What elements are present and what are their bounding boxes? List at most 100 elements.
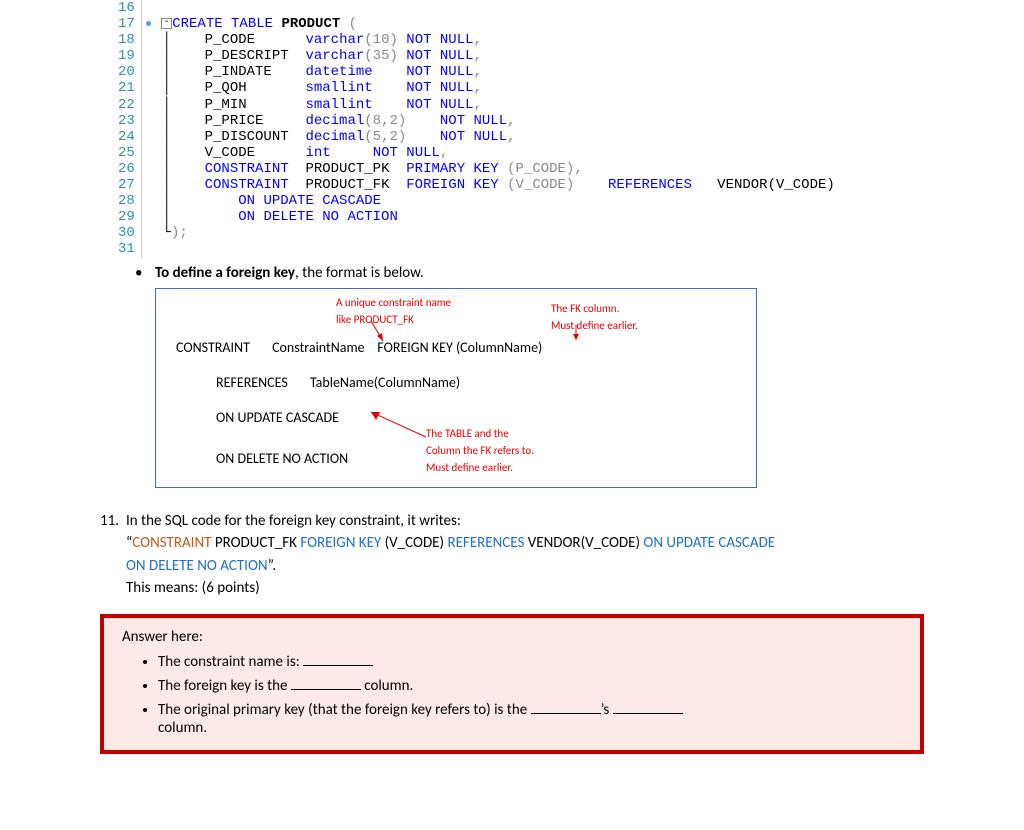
code-punct: ); — [171, 225, 188, 241]
code-args: (V_CODE) — [507, 177, 574, 193]
question-11: 11.In the SQL code for the foreign key c… — [100, 510, 974, 600]
code-keyword: PRIMARY KEY — [406, 161, 498, 177]
code-type: decimal — [305, 113, 364, 129]
code-identifier: P_QOH — [205, 80, 247, 96]
line-number: 24 — [118, 129, 135, 145]
answer-text: The original primary key (that the forei… — [158, 701, 531, 719]
code-identifier: P_INDATE — [205, 64, 272, 80]
answer-box: Answer here: The constraint name is: The… — [100, 614, 924, 754]
code-type: int — [305, 145, 330, 161]
blank-input[interactable] — [303, 650, 373, 666]
code-keyword: FOREIGN KEY — [406, 177, 498, 193]
answer-text: The foreign key is the — [158, 677, 291, 695]
code-identifier: PRODUCT — [281, 16, 340, 32]
fk-syntax-fk: FOREIGN KEY (ColumnName) — [377, 339, 542, 356]
sql-code-block: 16 17 18 19 20 21 22 23 24 25 26 27 28 2… — [110, 0, 1024, 258]
code-type: smallint — [305, 97, 372, 113]
sql-onupdate: ON UPDATE CASCADE — [643, 534, 775, 552]
code-args: (P_CODE) — [507, 161, 574, 177]
fk-syntax-tablename: TableName(ColumnName) — [310, 374, 460, 391]
line-number: 17 — [118, 16, 135, 32]
arrow-icon — [361, 321, 391, 346]
fk-syntax-box: A unique constraint name like PRODUCT_FK… — [155, 288, 757, 488]
sql-ondelete: ON DELETE NO ACTION — [126, 557, 268, 575]
answer-bullet-2: The foreign key is the column. — [158, 674, 902, 695]
code-identifier: PRODUCT_FK — [305, 177, 389, 193]
code-identifier: V_CODE — [205, 145, 255, 161]
sql-fk: FOREIGN KEY — [300, 534, 381, 552]
sql-text: PRODUCT_FK — [211, 534, 300, 552]
line-number: 18 — [118, 32, 135, 48]
code-args: (8,2) — [364, 113, 406, 129]
sql-references: REFERENCES — [447, 534, 524, 552]
quote-close: ”. — [268, 557, 277, 575]
code-keyword: NOT NULL — [398, 48, 474, 64]
fold-minus-icon[interactable]: - — [161, 18, 172, 29]
blank-input[interactable] — [531, 698, 601, 714]
line-number: 22 — [118, 97, 135, 113]
code-keyword: CONSTRAINT — [205, 161, 289, 177]
annotation-constraint-name: A unique constraint name — [336, 296, 451, 309]
answer-bullet-1: The constraint name is: — [158, 650, 902, 671]
question-lead: In the SQL code for the foreign key cons… — [126, 512, 461, 530]
arrow-icon — [571, 325, 591, 345]
fk-syntax-references: REFERENCES — [216, 374, 288, 391]
code-identifier: PRODUCT_PK — [305, 161, 389, 177]
code-args: (35) — [364, 48, 398, 64]
breakpoint-dot-icon — [146, 21, 151, 26]
code-keyword: CONSTRAINT — [205, 177, 289, 193]
fk-bullet-strong: To define a foreign key — [155, 264, 295, 282]
annotation-table-3: Must define earlier. — [426, 461, 513, 474]
fk-syntax-onupdate: ON UPDATE CASCADE — [216, 409, 339, 426]
code-keyword: NOT NULL — [373, 145, 440, 161]
code-type: varchar — [305, 48, 364, 64]
code-keyword: REFERENCES — [608, 177, 692, 193]
answer-text: The constraint name is: — [158, 653, 303, 671]
question-points: This means: (6 points) — [126, 579, 260, 597]
answer-bullet-3: The original primary key (that the forei… — [158, 698, 902, 737]
line-number: 19 — [118, 48, 135, 64]
annotation-fk-column-2: Must define earlier. — [551, 319, 638, 332]
code-identifier: P_MIN — [205, 97, 247, 113]
code-identifier: VENDOR(V_CODE) — [717, 177, 835, 193]
code-type: decimal — [305, 129, 364, 145]
code-keyword: ON UPDATE CASCADE — [238, 193, 381, 209]
answer-text: column. — [361, 677, 414, 695]
code-keyword: CREATE TABLE — [172, 16, 273, 32]
line-number: 29 — [118, 209, 135, 225]
sql-text: (V_CODE) — [381, 534, 447, 552]
code-type: smallint — [305, 80, 372, 96]
line-number: 16 — [118, 0, 135, 16]
fk-syntax-constraint: CONSTRAINT — [176, 339, 250, 356]
blank-input[interactable] — [613, 698, 683, 714]
sql-constraint: CONSTRAINT — [132, 534, 211, 552]
code-keyword: NOT NULL — [440, 129, 507, 145]
code-keyword: NOT NULL — [406, 80, 473, 96]
code-keyword: ON DELETE NO ACTION — [238, 209, 398, 225]
line-number: 28 — [118, 193, 135, 209]
line-number: 23 — [118, 113, 135, 129]
line-number: 27 — [118, 177, 135, 193]
fk-syntax-ondelete: ON DELETE NO ACTION — [216, 450, 348, 467]
line-number: 21 — [118, 80, 135, 96]
line-number: 26 — [118, 161, 135, 177]
answer-text: column. — [158, 719, 207, 737]
answer-text: ’s — [601, 701, 613, 719]
fk-syntax-constraint-name: ConstraintName — [272, 339, 365, 356]
code-keyword: NOT NULL — [398, 32, 474, 48]
code-punct: ( — [340, 16, 357, 32]
blank-input[interactable] — [291, 674, 361, 690]
annotation-table-2: Column the FK refers to. — [426, 444, 534, 457]
sql-text: VENDOR(V_CODE) — [524, 534, 643, 552]
fk-bullet: • To define a foreign key, the format is… — [135, 264, 1024, 282]
annotation-table: The TABLE and the — [426, 427, 509, 440]
line-number: 25 — [118, 145, 135, 161]
code-args: (5,2) — [364, 129, 406, 145]
code-pane: -CREATE TABLE PRODUCT ( │ P_CODE varchar… — [142, 0, 835, 258]
line-number-gutter: 16 17 18 19 20 21 22 23 24 25 26 27 28 2… — [110, 0, 142, 258]
line-number: 30 — [118, 225, 135, 241]
question-number: 11. — [100, 510, 126, 533]
fk-bullet-text: , the format is below. — [295, 264, 424, 282]
code-keyword: NOT NULL — [440, 113, 507, 129]
line-number: 31 — [118, 241, 135, 257]
